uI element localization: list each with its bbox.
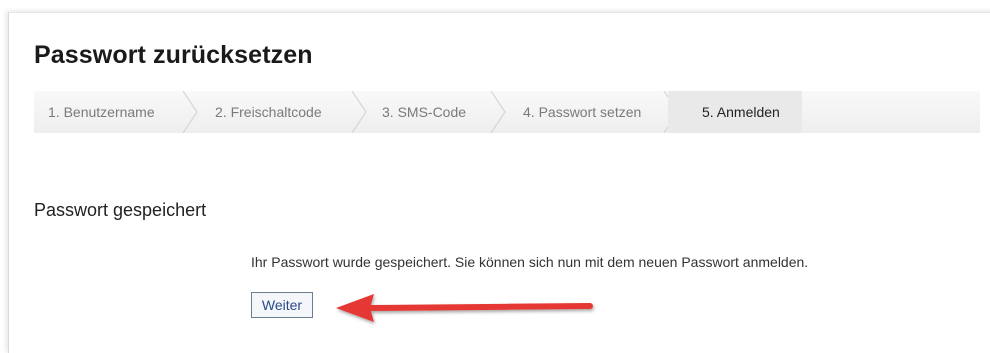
section-title: Passwort gespeichert <box>34 200 207 220</box>
page-title: Passwort zurücksetzen <box>34 41 313 69</box>
wizard-step-anmelden-active: 5. Anmelden <box>668 91 802 133</box>
wizard-step-passwort-setzen: 4. Passwort setzen <box>523 104 642 120</box>
success-message: Ihr Passwort wurde gespeichert. Sie könn… <box>251 254 809 270</box>
annotation-arrow-icon <box>336 294 593 322</box>
wizard-step-benutzername: 1. Benutzername <box>48 104 155 120</box>
wizard-steps: 1. Benutzername 2. Freischaltcode 3. SMS… <box>34 91 980 133</box>
step-separator-icon <box>490 91 506 133</box>
continue-button[interactable]: Weiter <box>251 292 313 318</box>
step-separator-icon <box>351 91 367 133</box>
wizard-step-anmelden-label: 5. Anmelden <box>702 104 780 120</box>
step-separator-icon <box>182 91 198 133</box>
wizard-step-freischaltcode: 2. Freischaltcode <box>215 104 322 120</box>
wizard-step-sms-code: 3. SMS-Code <box>382 104 467 120</box>
